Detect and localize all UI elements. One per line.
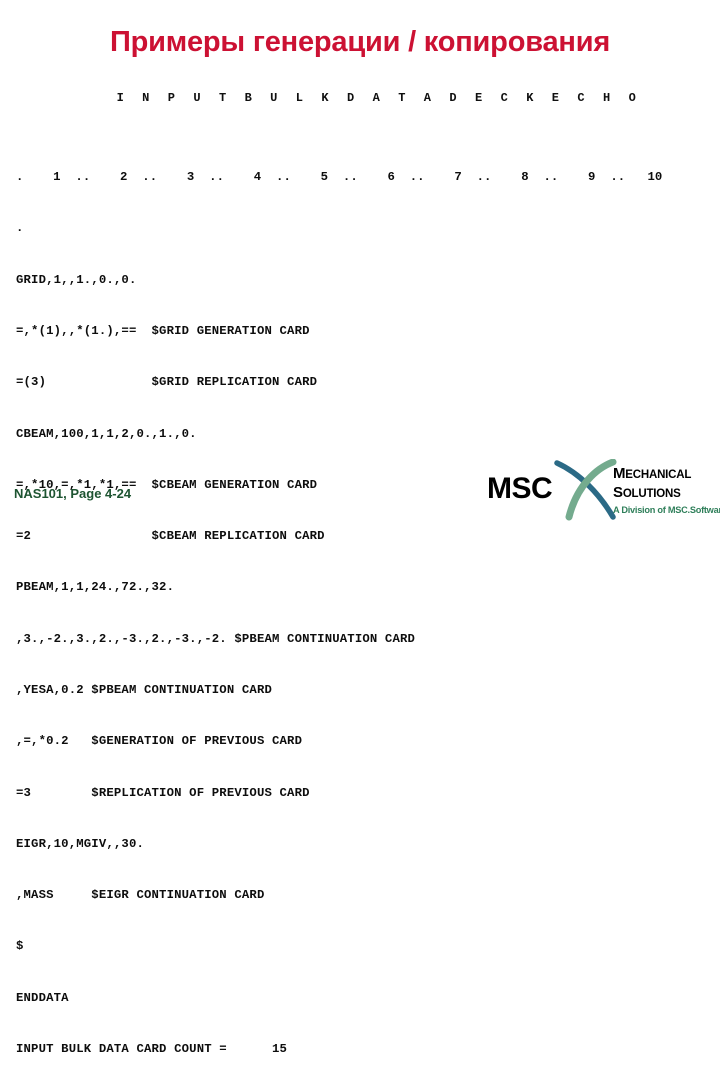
listing-line: ENDDATA: [16, 990, 69, 1005]
solutions-rest: OLUTIONS: [622, 488, 681, 500]
listing-line: GRID,1,,1.,0.,0.: [16, 272, 137, 287]
column-ruler: . 1 .. 2 .. 3 .. 4 .. 5 .. 6 .. 7 .. 8 .…: [16, 170, 663, 185]
listing-line: CBEAM,100,1,1,2,0.,1.,0.: [16, 426, 197, 441]
msc-logo-word-solutions: SOLUTIONS: [613, 484, 711, 503]
listing-line: ,MASS $EIGR CONTINUATION CARD: [16, 888, 265, 903]
slide-canvas: Примеры генерации / копирования I N P U …: [0, 0, 720, 1056]
listing-line: =3 $REPLICATION OF PREVIOUS CARD: [16, 785, 310, 800]
bulk-data-listing: . 1 .. 2 .. 3 .. 4 .. 5 .. 6 .. 7 .. 8 .…: [16, 135, 716, 1080]
msc-logo: MSC MECHANICAL SOLUTIONS A Division of M…: [487, 459, 720, 531]
listing-line: PBEAM,1,1,24.,72.,32.: [16, 580, 175, 595]
listing-line: =,*(1),,*(1.),== $GRID GENERATION CARD: [16, 324, 310, 339]
mechanical-rest: ECHANICAL: [625, 469, 692, 481]
solutions-cap: S: [613, 484, 623, 501]
echo-header: I N P U T B U L K D A T A D E C K E C H …: [116, 91, 642, 105]
listing-line: $: [16, 939, 24, 954]
msc-swoosh-icon: [554, 459, 617, 521]
listing-line: INPUT BULK DATA CARD COUNT = 15: [16, 1041, 288, 1056]
listing-line: EIGR,10,MGIV,,30.: [16, 836, 144, 851]
msc-logo-word-mechanical: MECHANICAL: [613, 465, 711, 484]
listing-line: =(3) $GRID REPLICATION CARD: [16, 375, 318, 390]
mechanical-cap: M: [613, 465, 626, 482]
page-title: Примеры генерации / копирования: [109, 26, 611, 58]
msc-wordmark: MSC: [487, 472, 553, 505]
listing-line: ,3.,-2.,3.,2.,-3.,2.,-3.,-2. $PBEAM CONT…: [16, 631, 416, 646]
listing-line: ,YESA,0.2 $PBEAM CONTINUATION CARD: [16, 683, 272, 697]
footer-page-label: NAS101, Page 4-24: [14, 486, 132, 501]
msc-logo-division-line: A Division of MSC.Software: [613, 505, 720, 515]
listing-line: ,=,*0.2 $GENERATION OF PREVIOUS CARD: [16, 734, 303, 749]
msc-logo-text: MECHANICAL SOLUTIONS A Division of MSC.S…: [613, 465, 720, 516]
column-ruler-wrap: .: [16, 221, 24, 236]
